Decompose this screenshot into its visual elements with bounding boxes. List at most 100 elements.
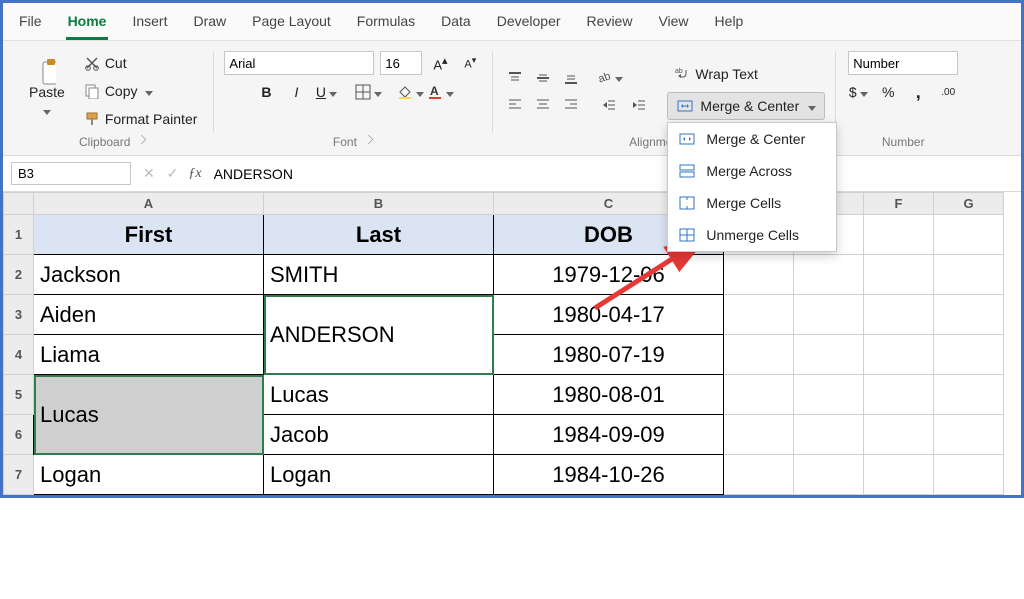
cell[interactable] bbox=[724, 375, 794, 415]
row-header[interactable]: 3 bbox=[4, 295, 34, 335]
row-header[interactable]: 5 bbox=[4, 375, 34, 415]
increase-indent-button[interactable] bbox=[627, 94, 651, 116]
cell[interactable]: 1984-10-26 bbox=[494, 455, 724, 495]
tab-formulas[interactable]: Formulas bbox=[355, 9, 417, 40]
decrease-indent-button[interactable] bbox=[597, 94, 621, 116]
cell[interactable]: Logan bbox=[264, 455, 494, 495]
table-header-cell[interactable]: First bbox=[34, 215, 264, 255]
paste-button[interactable]: Paste bbox=[23, 62, 71, 120]
cell[interactable] bbox=[724, 415, 794, 455]
cell[interactable] bbox=[724, 455, 794, 495]
cell[interactable] bbox=[934, 295, 1004, 335]
confirm-icon[interactable]: ✓ bbox=[163, 165, 183, 181]
format-painter-button[interactable]: Format Painter bbox=[77, 107, 204, 131]
cell[interactable]: SMITH bbox=[264, 255, 494, 295]
cell[interactable]: Aiden bbox=[34, 295, 264, 335]
font-color-button[interactable]: A bbox=[428, 81, 452, 103]
cell[interactable] bbox=[864, 295, 934, 335]
cell[interactable]: Lucas bbox=[34, 375, 264, 455]
fill-color-button[interactable] bbox=[398, 81, 422, 103]
cell[interactable] bbox=[864, 255, 934, 295]
borders-button[interactable] bbox=[356, 81, 380, 103]
cell[interactable]: Liama bbox=[34, 335, 264, 375]
row-header[interactable]: 1 bbox=[4, 215, 34, 255]
cell[interactable] bbox=[934, 375, 1004, 415]
cell[interactable] bbox=[724, 335, 794, 375]
increase-decimal-button[interactable]: .00 bbox=[936, 81, 960, 103]
align-top-button[interactable] bbox=[503, 67, 527, 89]
cell[interactable]: Lucas bbox=[264, 375, 494, 415]
cancel-icon[interactable]: ✕ bbox=[139, 165, 159, 181]
unmerge-cells-item[interactable]: Unmerge Cells bbox=[668, 219, 836, 251]
column-header[interactable]: G bbox=[934, 193, 1004, 215]
font-name-select[interactable] bbox=[224, 51, 374, 75]
merge-center-item[interactable]: Merge & Center bbox=[668, 123, 836, 155]
tab-data[interactable]: Data bbox=[439, 9, 473, 40]
wrap-text-button[interactable]: ab Wrap Text bbox=[667, 62, 825, 86]
tab-draw[interactable]: Draw bbox=[191, 9, 228, 40]
cut-button[interactable]: Cut bbox=[77, 51, 204, 75]
cell[interactable] bbox=[864, 455, 934, 495]
cell[interactable] bbox=[934, 415, 1004, 455]
cell[interactable]: 1980-07-19 bbox=[494, 335, 724, 375]
row-header[interactable]: 6 bbox=[4, 415, 34, 455]
cell[interactable] bbox=[864, 215, 934, 255]
merge-across-item[interactable]: Merge Across bbox=[668, 155, 836, 187]
formula-input[interactable] bbox=[208, 162, 1021, 186]
italic-button[interactable]: I bbox=[284, 81, 308, 103]
number-format-select[interactable] bbox=[848, 51, 958, 75]
spreadsheet-grid[interactable]: ABCDEFG1FirstLastDOB2JacksonSMITH1979-12… bbox=[3, 192, 1004, 495]
merge-center-button[interactable]: Merge & Center bbox=[667, 92, 825, 120]
underline-button[interactable]: U bbox=[314, 81, 338, 103]
tab-home[interactable]: Home bbox=[66, 9, 109, 40]
cell[interactable] bbox=[794, 415, 864, 455]
font-size-select[interactable] bbox=[380, 51, 422, 75]
column-header[interactable]: A bbox=[34, 193, 264, 215]
decrease-font-button[interactable]: A▾ bbox=[458, 52, 482, 74]
cell[interactable] bbox=[794, 455, 864, 495]
align-bottom-button[interactable] bbox=[559, 67, 583, 89]
cell[interactable]: 1980-08-01 bbox=[494, 375, 724, 415]
cell[interactable] bbox=[934, 335, 1004, 375]
group-label-number[interactable]: Number bbox=[846, 131, 960, 149]
merge-cells-item[interactable]: Merge Cells bbox=[668, 187, 836, 219]
fx-icon[interactable]: ƒx bbox=[182, 166, 207, 182]
cell[interactable] bbox=[934, 455, 1004, 495]
bold-button[interactable]: B bbox=[254, 81, 278, 103]
cell[interactable]: ANDERSON bbox=[264, 295, 494, 375]
cell[interactable]: Jackson bbox=[34, 255, 264, 295]
group-label-font[interactable]: Font bbox=[224, 131, 482, 149]
align-middle-button[interactable] bbox=[531, 67, 555, 89]
cell[interactable] bbox=[864, 335, 934, 375]
cell[interactable] bbox=[934, 215, 1004, 255]
column-header[interactable]: B bbox=[264, 193, 494, 215]
tab-developer[interactable]: Developer bbox=[495, 9, 563, 40]
cell[interactable] bbox=[794, 335, 864, 375]
align-left-button[interactable] bbox=[503, 93, 527, 115]
row-header[interactable]: 7 bbox=[4, 455, 34, 495]
tab-page-layout[interactable]: Page Layout bbox=[250, 9, 333, 40]
row-header[interactable]: 2 bbox=[4, 255, 34, 295]
cell[interactable] bbox=[794, 375, 864, 415]
comma-button[interactable]: , bbox=[906, 81, 930, 103]
cell[interactable] bbox=[724, 255, 794, 295]
table-header-cell[interactable]: Last bbox=[264, 215, 494, 255]
cell[interactable] bbox=[864, 375, 934, 415]
align-center-button[interactable] bbox=[531, 93, 555, 115]
cell[interactable] bbox=[724, 295, 794, 335]
align-right-button[interactable] bbox=[559, 93, 583, 115]
group-label-clipboard[interactable]: Clipboard bbox=[23, 131, 203, 149]
cell[interactable] bbox=[794, 295, 864, 335]
copy-button[interactable]: Copy bbox=[77, 79, 204, 103]
tab-review[interactable]: Review bbox=[585, 9, 635, 40]
tab-insert[interactable]: Insert bbox=[130, 9, 169, 40]
cell[interactable]: Logan bbox=[34, 455, 264, 495]
tab-file[interactable]: File bbox=[17, 9, 44, 40]
name-box[interactable] bbox=[11, 162, 131, 185]
tab-help[interactable]: Help bbox=[713, 9, 746, 40]
cell[interactable]: 1984-09-09 bbox=[494, 415, 724, 455]
increase-font-button[interactable]: A▴ bbox=[428, 52, 452, 74]
currency-button[interactable]: $ bbox=[846, 81, 870, 103]
tab-view[interactable]: View bbox=[656, 9, 690, 40]
column-header[interactable]: F bbox=[864, 193, 934, 215]
